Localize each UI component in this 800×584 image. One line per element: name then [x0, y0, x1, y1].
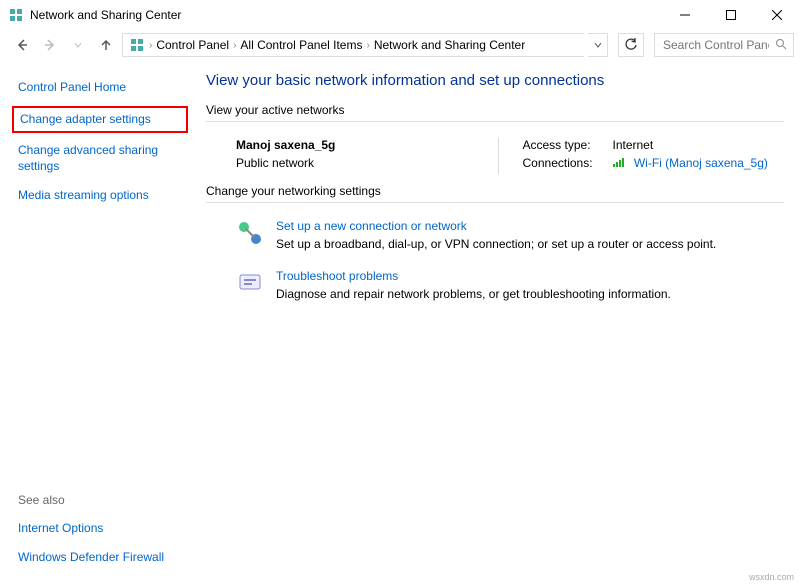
breadcrumb-item[interactable]: All Control Panel Items: [240, 38, 362, 52]
setup-connection-icon: [236, 219, 264, 247]
breadcrumb-item[interactable]: Control Panel: [156, 38, 229, 52]
address-dropdown[interactable]: [588, 33, 608, 57]
connection-link[interactable]: Wi-Fi (Manoj saxena_5g): [634, 156, 768, 170]
up-button[interactable]: [94, 33, 118, 57]
access-type-value: Internet: [613, 138, 654, 152]
nav-bar: › Control Panel › All Control Panel Item…: [0, 30, 800, 60]
sidebar-item-advanced-sharing[interactable]: Change advanced sharing settings: [18, 143, 182, 174]
maximize-button[interactable]: [708, 0, 754, 30]
watermark: wsxdn.com: [749, 572, 794, 582]
active-network-row: Manoj saxena_5g Public network Access ty…: [206, 134, 784, 184]
chevron-right-icon: ›: [366, 40, 369, 51]
search-input[interactable]: [661, 37, 771, 53]
troubleshoot-desc: Diagnose and repair network problems, or…: [276, 287, 671, 301]
forward-button[interactable]: [38, 33, 62, 57]
search-icon: [775, 38, 787, 53]
wifi-signal-icon: [613, 156, 627, 170]
chevron-right-icon: ›: [233, 40, 236, 51]
troubleshoot-item: Troubleshoot problems Diagnose and repai…: [236, 269, 784, 301]
active-networks-label: View your active networks: [206, 103, 784, 117]
page-heading: View your basic network information and …: [206, 72, 784, 89]
search-box[interactable]: [654, 33, 794, 57]
sidebar-item-internet-options[interactable]: Internet Options: [18, 521, 182, 537]
sidebar-item-media-streaming[interactable]: Media streaming options: [18, 188, 182, 204]
see-also-heading: See also: [18, 493, 182, 507]
network-type: Public network: [236, 156, 498, 170]
minimize-button[interactable]: [662, 0, 708, 30]
window-title: Network and Sharing Center: [30, 8, 662, 22]
divider: [206, 121, 784, 122]
divider: [206, 202, 784, 203]
recent-dropdown[interactable]: [66, 33, 90, 57]
troubleshoot-link[interactable]: Troubleshoot problems: [276, 269, 671, 283]
troubleshoot-icon: [236, 269, 264, 297]
connections-label: Connections:: [523, 156, 613, 170]
setup-connection-desc: Set up a broadband, dial-up, or VPN conn…: [276, 237, 716, 251]
sidebar-item-adapter[interactable]: Change adapter settings: [20, 112, 180, 128]
sidebar: Control Panel Home Change adapter settin…: [0, 60, 190, 570]
sidebar-item-home[interactable]: Control Panel Home: [18, 80, 182, 96]
change-settings-label: Change your networking settings: [206, 184, 784, 198]
chevron-right-icon: ›: [149, 40, 152, 51]
breadcrumb[interactable]: › Control Panel › All Control Panel Item…: [122, 33, 584, 57]
highlight-adapter-settings: Change adapter settings: [12, 106, 188, 134]
main-content: View your basic network information and …: [190, 60, 800, 570]
access-type-label: Access type:: [523, 138, 613, 152]
window-controls: [662, 0, 800, 30]
setup-connection-link[interactable]: Set up a new connection or network: [276, 219, 716, 233]
network-center-icon: [8, 7, 24, 23]
network-name: Manoj saxena_5g: [236, 138, 498, 152]
refresh-button[interactable]: [618, 33, 644, 57]
breadcrumb-item[interactable]: Network and Sharing Center: [374, 38, 525, 52]
sidebar-item-defender-firewall[interactable]: Windows Defender Firewall: [18, 550, 182, 566]
title-bar: Network and Sharing Center: [0, 0, 800, 30]
close-button[interactable]: [754, 0, 800, 30]
setup-connection-item: Set up a new connection or network Set u…: [236, 219, 784, 251]
back-button[interactable]: [10, 33, 34, 57]
network-center-icon: [129, 37, 145, 53]
